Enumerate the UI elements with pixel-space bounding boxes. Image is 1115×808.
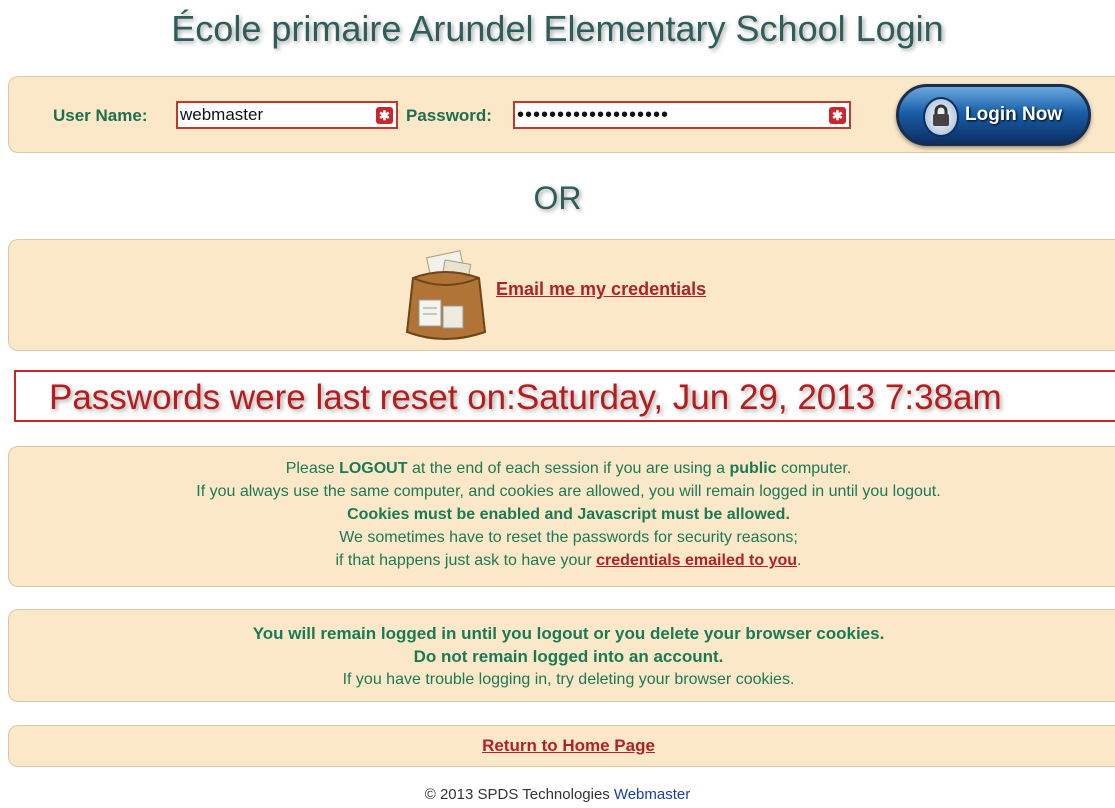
info-line-1: Please LOGOUT at the end of each session…	[285, 460, 852, 477]
reset-notice-box: Passwords were last reset on:Saturday, J…	[14, 370, 1115, 422]
page-title: École primaire Arundel Elementary School…	[171, 8, 944, 49]
username-label: User Name:	[53, 106, 148, 125]
clear-password-icon[interactable]: ✱	[829, 107, 846, 124]
info-line-2: If you always use the same computer, and…	[196, 483, 941, 500]
note-line-1: You will remain logged in until you logo…	[252, 624, 885, 643]
footer: © 2013 SPDS Technologies Webmaster	[0, 786, 1115, 803]
email-credentials-panel: Email me my credentials	[8, 239, 1115, 351]
info-line-3: Cookies must be enabled and Javascript m…	[347, 506, 790, 523]
reset-notice-text: Passwords were last reset on:Saturday, J…	[49, 378, 1002, 417]
satchel-icon	[399, 248, 491, 349]
login-now-button[interactable]: Login Now	[896, 84, 1091, 146]
info-panel: Please LOGOUT at the end of each session…	[8, 446, 1115, 587]
footer-copyright: © 2013 SPDS Technologies	[424, 786, 610, 803]
info-line-5: if that happens just ask to have your cr…	[335, 552, 802, 569]
lock-icon	[923, 97, 959, 137]
credentials-emailed-link[interactable]: credentials emailed to you	[596, 552, 797, 569]
username-field-box[interactable]: ✱	[176, 101, 398, 129]
or-divider: OR	[533, 180, 582, 216]
info-line-4: We sometimes have to reset the passwords…	[339, 529, 798, 546]
note-panel: You will remain logged in until you logo…	[8, 609, 1115, 702]
login-panel: User Name: ✱ Password: ✱ Login Now	[8, 76, 1115, 153]
clear-username-icon[interactable]: ✱	[376, 107, 393, 124]
note-line-3: If you have trouble logging in, try dele…	[342, 671, 795, 688]
email-credentials-link[interactable]: Email me my credentials	[496, 279, 706, 300]
home-panel: Return to Home Page	[8, 725, 1115, 767]
username-input[interactable]	[180, 104, 368, 126]
note-line-2: Do not remain logged into an account.	[413, 647, 724, 666]
login-now-label: Login Now	[965, 104, 1063, 125]
password-input[interactable]	[517, 104, 821, 126]
password-field-box[interactable]: ✱	[513, 101, 851, 129]
password-label: Password:	[406, 106, 492, 125]
return-home-link[interactable]: Return to Home Page	[482, 736, 655, 756]
webmaster-link[interactable]: Webmaster	[614, 786, 690, 803]
